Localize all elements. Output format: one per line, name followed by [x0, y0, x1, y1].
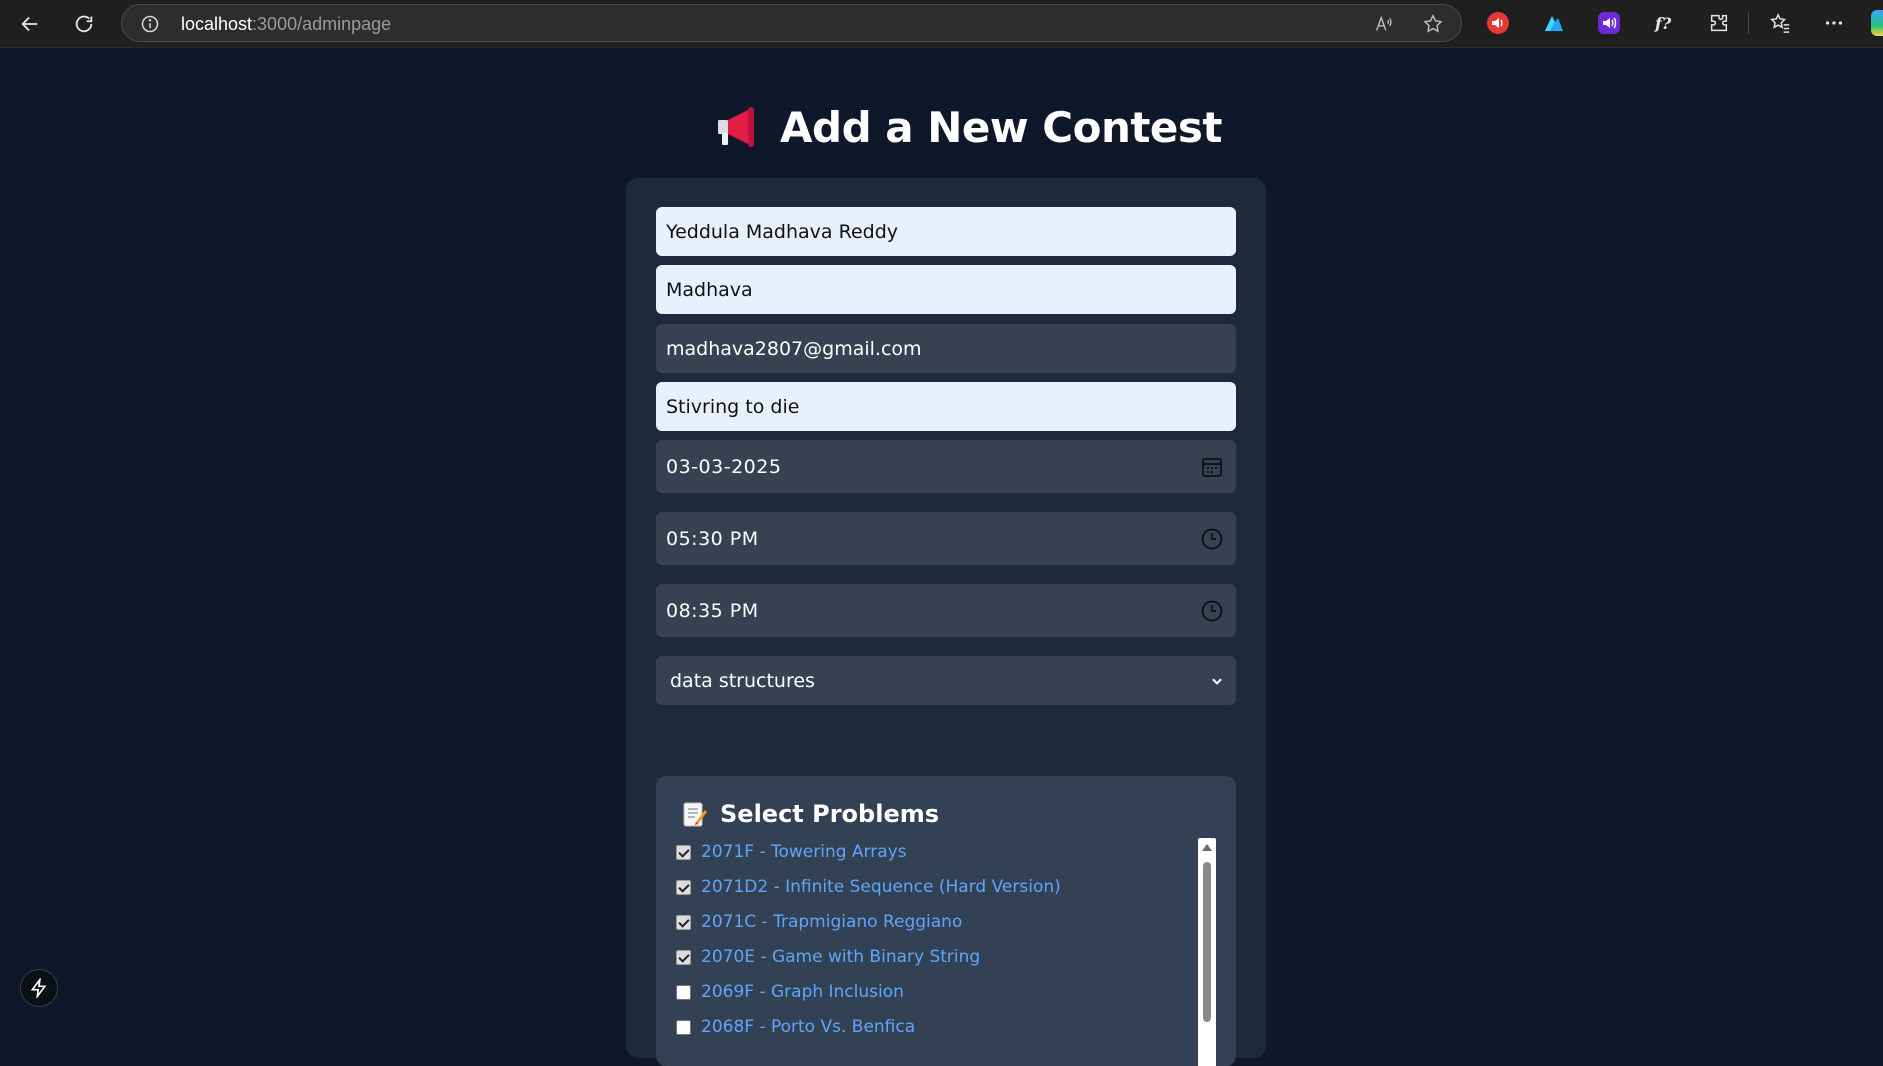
url-host: localhost — [181, 14, 253, 34]
contest-name-input[interactable]: Stivring to die — [656, 382, 1236, 431]
chevron-down-icon — [1212, 678, 1222, 685]
extension-formula-icon[interactable]: f? — [1651, 10, 1677, 36]
start-time-value: 05:30 PM — [666, 527, 759, 550]
browser-toolbar: localhost:3000/adminpage f? — [0, 0, 1883, 48]
problems-header: Select Problems — [682, 800, 939, 828]
extension-sound-icon[interactable] — [1485, 10, 1511, 36]
contest-form: Yeddula Madhava Reddy Madhava madhava280… — [626, 178, 1266, 1066]
copilot-icon[interactable] — [1871, 10, 1883, 36]
page-title: Add a New Contest — [780, 102, 1223, 152]
lightning-icon — [30, 978, 47, 998]
problem-link[interactable]: 2071C - Trapmigiano Reggiano — [701, 912, 962, 932]
extension-wave-icon[interactable] — [1541, 10, 1567, 36]
extensions-puzzle-icon[interactable] — [1706, 10, 1732, 36]
problem-item: 2071D2 - Infinite Sequence (Hard Version… — [676, 875, 1061, 899]
problem-item: 2071C - Trapmigiano Reggiano — [676, 910, 962, 934]
category-select[interactable]: data structures — [656, 656, 1236, 705]
admin-page: Add a New Contest Yeddula Madhava Reddy … — [0, 48, 1883, 1066]
problem-item: 2069F - Graph Inclusion — [676, 980, 904, 1004]
problem-item: 2071F - Towering Arrays — [676, 840, 907, 864]
favorites-icon[interactable] — [1767, 10, 1793, 36]
problem-checkbox[interactable] — [676, 949, 691, 965]
end-time-input[interactable]: 08:35 PM — [656, 584, 1236, 637]
reload-icon — [75, 15, 93, 33]
extension-audio-icon[interactable] — [1596, 10, 1622, 36]
problem-checkbox[interactable] — [676, 844, 691, 860]
start-time-input[interactable]: 05:30 PM — [656, 512, 1236, 565]
category-value: data structures — [670, 669, 815, 692]
problem-checkbox[interactable] — [676, 1019, 691, 1035]
full-name-input[interactable]: Yeddula Madhava Reddy — [656, 207, 1236, 256]
address-bar[interactable]: localhost:3000/adminpage — [121, 4, 1462, 42]
problem-item: 2070E - Game with Binary String — [676, 945, 980, 969]
problem-item: 2068F - Porto Vs. Benfica — [676, 1015, 915, 1039]
problem-link[interactable]: 2068F - Porto Vs. Benfica — [701, 1017, 915, 1037]
problem-link[interactable]: 2071F - Towering Arrays — [701, 842, 907, 862]
problem-checkbox[interactable] — [676, 984, 691, 1000]
username-input[interactable]: Madhava — [656, 265, 1236, 314]
end-time-value: 08:35 PM — [666, 599, 759, 622]
calendar-icon[interactable] — [1200, 455, 1224, 479]
reload-button[interactable] — [66, 6, 102, 42]
megaphone-icon — [718, 107, 754, 147]
back-button[interactable] — [12, 6, 48, 42]
url-path: :3000/adminpage — [252, 14, 392, 34]
page-header: Add a New Contest — [712, 100, 1223, 154]
info-icon[interactable] — [140, 14, 160, 34]
scrollbar-thumb[interactable] — [1203, 862, 1211, 1022]
email-input[interactable]: madhava2807@gmail.com — [656, 324, 1236, 373]
problem-link[interactable]: 2069F - Graph Inclusion — [701, 982, 904, 1002]
favorite-star-icon[interactable] — [1422, 13, 1444, 35]
clock-icon[interactable] — [1200, 527, 1224, 551]
problem-link[interactable]: 2071D2 - Infinite Sequence (Hard Version… — [701, 877, 1061, 897]
more-menu-icon[interactable] — [1821, 10, 1847, 36]
problem-checkbox[interactable] — [676, 914, 691, 930]
problems-title: Select Problems — [720, 800, 940, 828]
problem-list-scrollbar[interactable] — [1198, 838, 1216, 1066]
scroll-up-arrow-icon[interactable] — [1202, 844, 1212, 851]
problem-selector: Select Problems 2071F - Towering Arrays … — [656, 776, 1236, 1066]
toolbar-separator — [1748, 12, 1749, 34]
svg-text:f?: f? — [1654, 14, 1672, 33]
arrow-left-icon — [21, 16, 38, 32]
clock-icon[interactable] — [1200, 599, 1224, 623]
problem-link[interactable]: 2070E - Game with Binary String — [701, 947, 980, 967]
date-value: 03-03-2025 — [666, 455, 782, 478]
dev-tools-button[interactable] — [20, 969, 58, 1007]
date-input[interactable]: 03-03-2025 — [656, 440, 1236, 493]
memo-icon — [683, 802, 707, 827]
problem-checkbox[interactable] — [676, 879, 691, 895]
read-aloud-icon[interactable] — [1373, 13, 1395, 35]
url-text[interactable]: localhost:3000/adminpage — [181, 14, 391, 34]
